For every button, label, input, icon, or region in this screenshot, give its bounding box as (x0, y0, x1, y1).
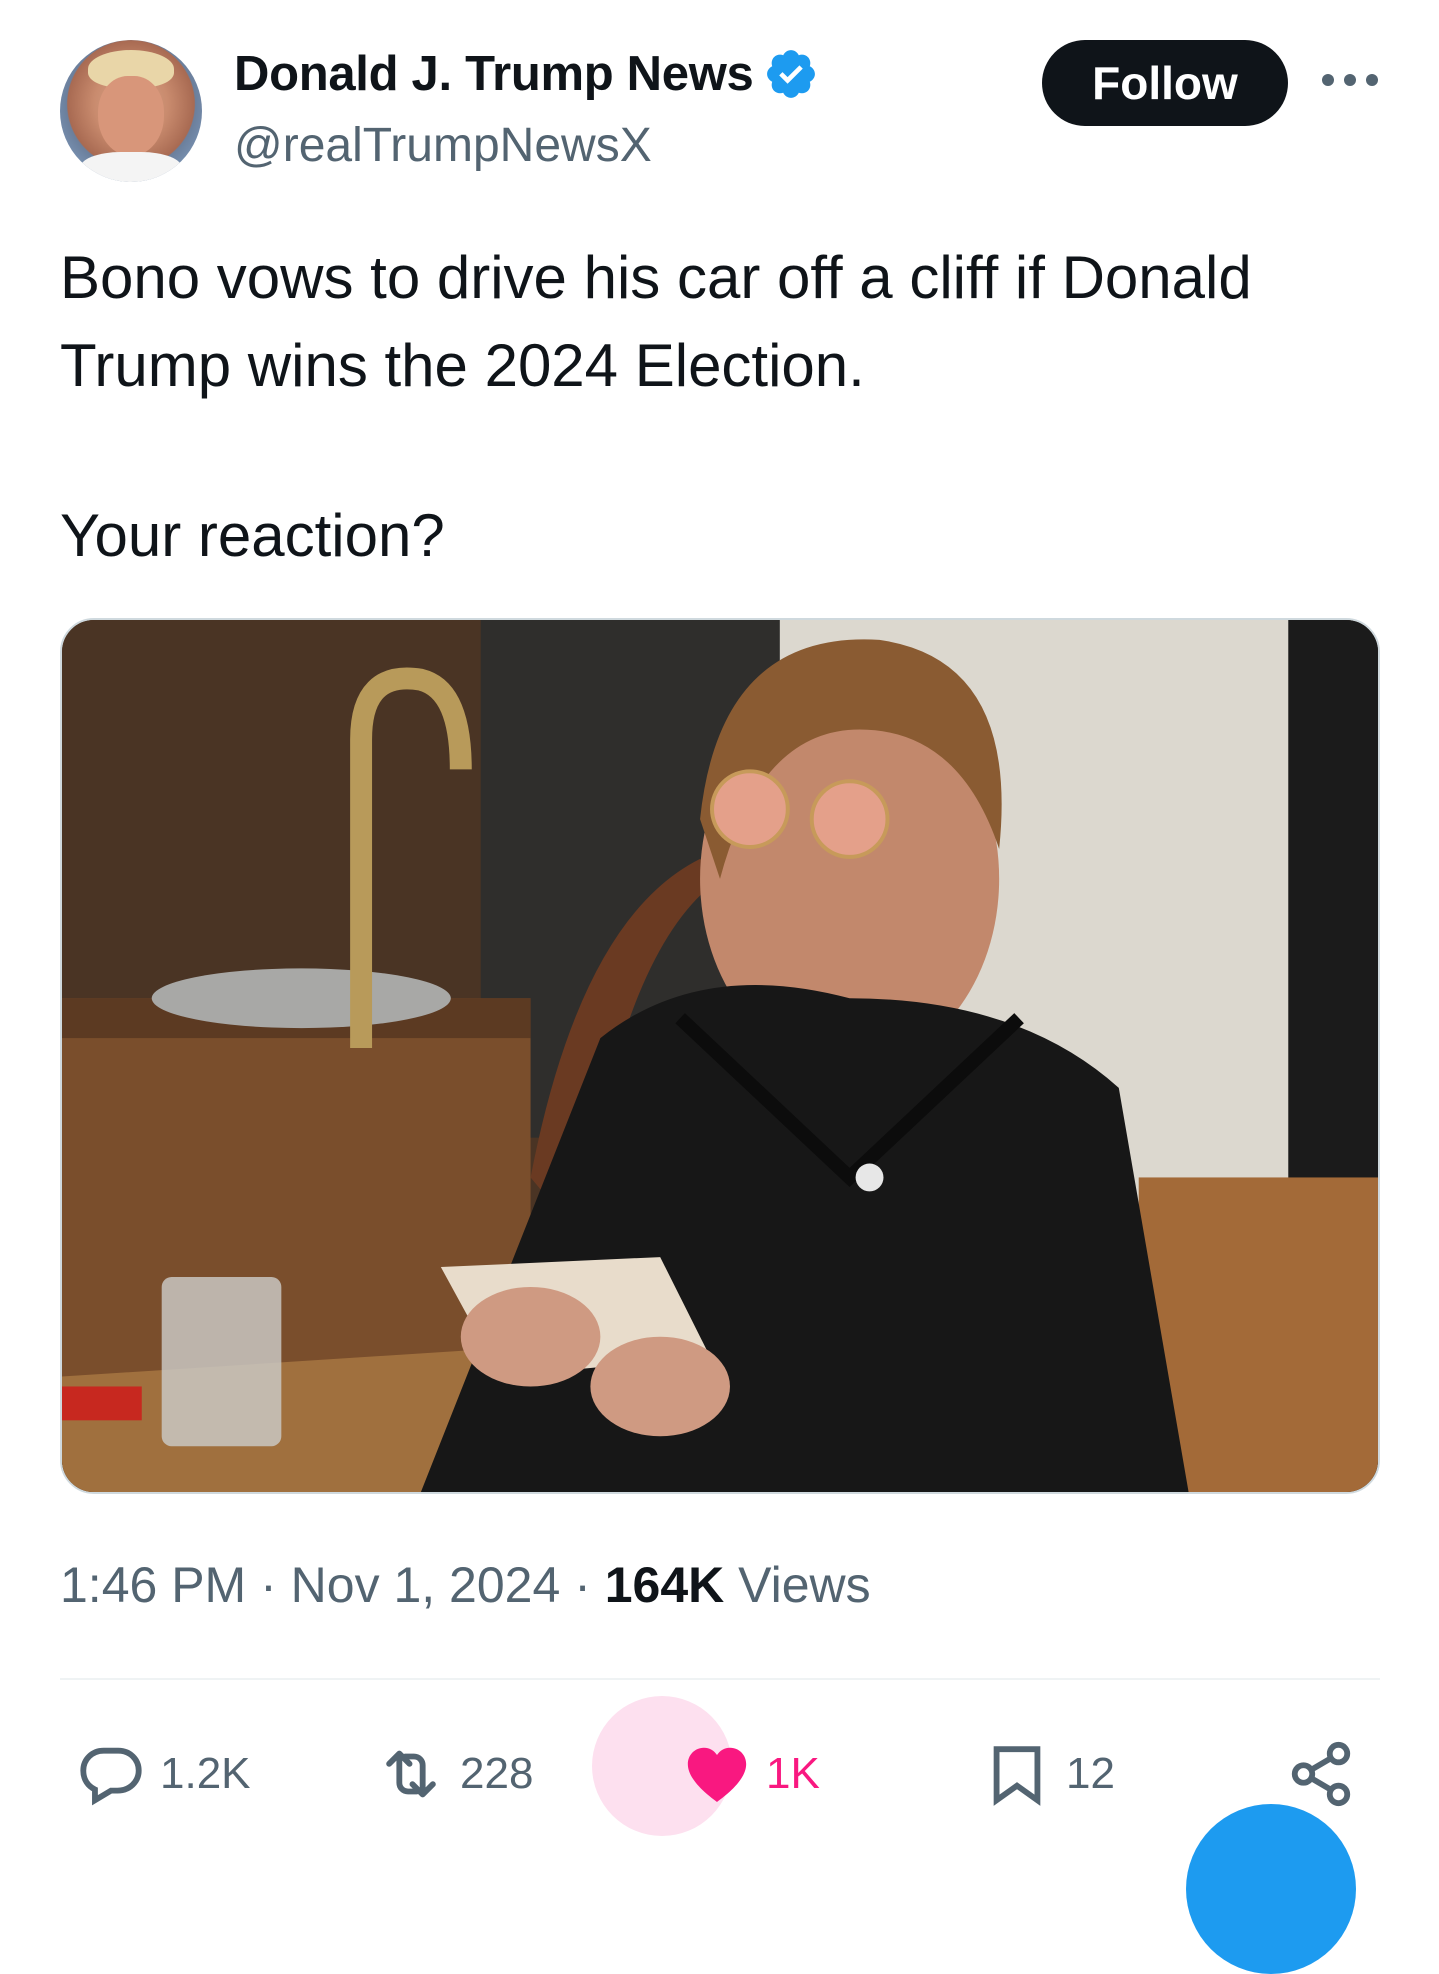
tweet-date[interactable]: Nov 1, 2024 (291, 1556, 561, 1614)
avatar-shirt (80, 152, 182, 182)
repost-button[interactable]: 228 (376, 1724, 533, 1824)
follow-button[interactable]: Follow (1042, 40, 1288, 126)
tweet-text-line: Your reaction? (60, 502, 445, 569)
like-count: 1K (766, 1749, 820, 1798)
tweet-time[interactable]: 1:46 PM (60, 1556, 246, 1614)
action-bar: 1.2K 228 1K 12 (60, 1724, 1380, 1824)
reply-icon (80, 1747, 142, 1806)
repost-icon (386, 1750, 436, 1798)
repost-count: 228 (460, 1749, 534, 1798)
like-button[interactable]: 1K (682, 1724, 820, 1824)
reply-button[interactable]: 1.2K (76, 1724, 251, 1824)
more-options-icon[interactable] (1322, 60, 1378, 100)
views-count: 164K (604, 1557, 725, 1613)
more-dot (1322, 74, 1334, 86)
more-dot (1366, 74, 1378, 86)
author-name-row: Donald J. Trump News (234, 46, 819, 102)
photo-illustration (62, 620, 1378, 1492)
avatar-face (98, 76, 164, 156)
meta-separator: · (246, 1557, 291, 1613)
views-label: Views (724, 1557, 871, 1613)
author-avatar[interactable] (60, 40, 202, 182)
tweet-photo[interactable] (60, 618, 1380, 1494)
reply-count: 1.2K (160, 1749, 251, 1798)
heart-icon (687, 1747, 747, 1802)
bookmark-button[interactable]: 12 (982, 1724, 1115, 1824)
bookmark-count: 12 (1066, 1749, 1115, 1798)
tweet-text: Bono vows to drive his car off a cliff i… (60, 234, 1380, 580)
author-display-name[interactable]: Donald J. Trump News (234, 46, 754, 102)
divider (60, 1678, 1380, 1680)
share-icon (1291, 1741, 1351, 1807)
tweet-text-line: Bono vows to drive his car off a cliff i… (60, 244, 1268, 399)
author-handle[interactable]: @realTrumpNewsX (234, 118, 652, 173)
compose-fab-button[interactable] (1186, 1804, 1356, 1974)
meta-separator: · (560, 1557, 605, 1613)
bookmark-icon (993, 1746, 1041, 1806)
more-dot (1344, 74, 1356, 86)
tweet-metadata: 1:46 PM · Nov 1, 2024 · 164K Views (60, 1556, 871, 1614)
verified-badge-icon (767, 50, 816, 98)
